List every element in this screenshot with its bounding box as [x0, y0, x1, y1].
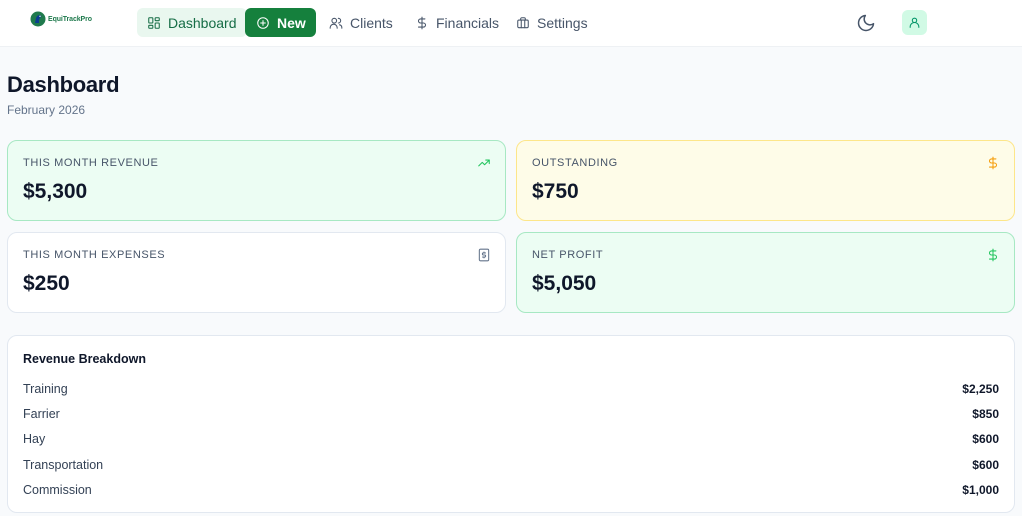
new-button[interactable]: New: [245, 8, 316, 37]
nav-dashboard-label: Dashboard: [168, 14, 237, 31]
horse-logo-icon: [30, 11, 46, 27]
brand-logo[interactable]: EquiTrackPro: [30, 10, 92, 28]
revenue-breakdown-panel: Revenue Breakdown Training $2,250 Farrie…: [7, 335, 1015, 513]
stat-value: $5,050: [532, 272, 597, 295]
nav-settings-label: Settings: [537, 14, 588, 31]
user-avatar-button[interactable]: [902, 10, 927, 35]
theme-toggle-button[interactable]: [855, 12, 877, 34]
user-icon: [909, 17, 920, 28]
nav-dashboard[interactable]: Dashboard: [137, 8, 247, 37]
stat-label: THIS MONTH REVENUE: [23, 157, 159, 169]
stat-label: OUTSTANDING: [532, 157, 618, 169]
nav-financials-label: Financials: [436, 14, 500, 31]
breakdown-row-value: $2,250: [962, 382, 999, 396]
breakdown-row-label: Farrier: [23, 407, 60, 421]
receipt-icon: [477, 248, 491, 262]
breakdown-row: Training $2,250: [23, 380, 999, 398]
brand-name: EquiTrackPro: [48, 15, 92, 23]
stat-card-revenue: THIS MONTH REVENUE $5,300: [7, 140, 506, 221]
breakdown-row: Commission $1,000: [23, 481, 999, 499]
breakdown-row-label: Transportation: [23, 458, 104, 472]
page-title: Dashboard: [7, 72, 120, 97]
nav-settings[interactable]: Settings: [506, 8, 598, 37]
nav-financials[interactable]: Financials: [405, 8, 509, 37]
stat-card-expenses: THIS MONTH EXPENSES $250: [7, 232, 506, 313]
stat-value: $250: [23, 272, 70, 295]
breakdown-row-label: Commission: [23, 483, 92, 497]
moon-icon: [857, 14, 875, 32]
trending-up-icon: [477, 156, 491, 170]
breakdown-row: Transportation $600: [23, 456, 999, 474]
page-subtitle: February 2026: [7, 103, 86, 117]
breakdown-row-label: Hay: [23, 432, 46, 446]
stat-card-outstanding: OUTSTANDING $750: [516, 140, 1015, 221]
users-icon: [329, 17, 343, 29]
dollar-icon: [417, 16, 427, 29]
new-button-label: New: [277, 14, 306, 31]
breakdown-row-label: Training: [23, 382, 68, 396]
stat-label: THIS MONTH EXPENSES: [23, 249, 166, 261]
nav-clients[interactable]: Clients: [319, 8, 403, 37]
breakdown-row-value: $1,000: [962, 483, 999, 497]
briefcase-icon: [517, 16, 529, 28]
breakdown-row-value: $600: [972, 458, 999, 472]
breakdown-title: Revenue Breakdown: [23, 352, 146, 366]
stat-label: NET PROFIT: [532, 249, 604, 261]
stat-card-net-profit: NET PROFIT $5,050: [516, 232, 1015, 313]
breakdown-row-value: $600: [972, 432, 999, 446]
stat-value: $5,300: [23, 180, 88, 203]
breakdown-row: Farrier $850: [23, 405, 999, 423]
nav-clients-label: Clients: [350, 14, 393, 31]
top-navbar: EquiTrackPro Dashboard New Clients Finan…: [0, 0, 1022, 47]
stat-value: $750: [532, 180, 579, 203]
breakdown-row-value: $850: [972, 407, 999, 421]
dollar-icon: [986, 156, 1000, 170]
dollar-icon: [986, 248, 1000, 262]
dashboard-icon: [148, 16, 160, 29]
plus-circle-icon: [257, 16, 269, 29]
breakdown-row: Hay $600: [23, 430, 999, 448]
